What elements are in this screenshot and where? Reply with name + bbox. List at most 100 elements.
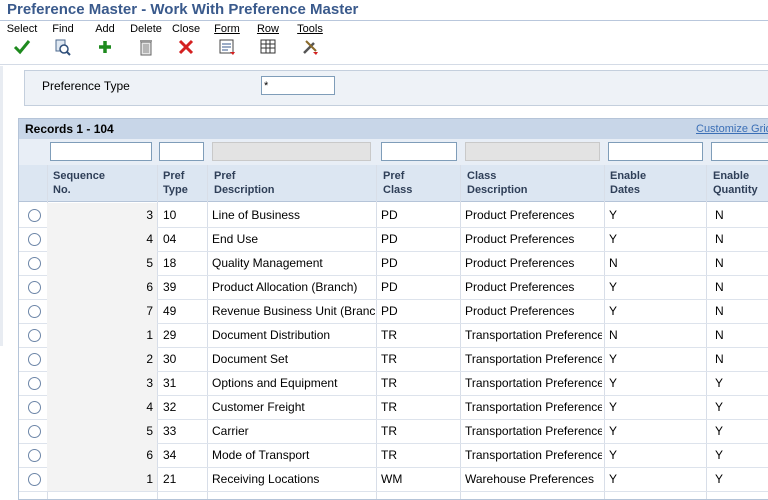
qbe-pref-description-input [212, 142, 371, 161]
qbe-enable-quantity-input[interactable] [711, 142, 768, 161]
cell-pref-class: PD [381, 280, 398, 294]
header-pref-type[interactable]: Pref Type [163, 169, 188, 197]
cell-pref-class: PD [381, 304, 398, 318]
find-button[interactable]: Find [50, 22, 76, 56]
cell-enable-quantity: N [715, 352, 724, 366]
delete-button[interactable]: Delete [129, 22, 163, 56]
cell-class-description: Product Preferences [465, 280, 575, 294]
tools-menu-button[interactable]: Tools [295, 22, 325, 56]
cell-sequence-no: 5 [146, 256, 153, 270]
row-select-radio[interactable] [28, 401, 41, 414]
header-sequence-no[interactable]: Sequence No. [53, 169, 105, 197]
form-menu-button[interactable]: Form [214, 22, 240, 56]
row-select-radio[interactable] [28, 353, 41, 366]
binoculars-icon [55, 39, 71, 56]
trash-icon [140, 40, 152, 56]
header-class-description[interactable]: Class Description [467, 169, 528, 197]
select-button[interactable]: Select [5, 22, 39, 56]
cell-pref-type: 34 [163, 448, 177, 462]
cell-enable-quantity: N [715, 256, 724, 270]
table-row[interactable]: 1 21 Receiving Locations WM Warehouse Prefer… [19, 467, 768, 492]
table-row[interactable]: 6 39 Product Allocation (Branch) PD Product … [19, 275, 768, 300]
table-row[interactable]: 4 32 Customer Freight TR Transportation Pref… [19, 395, 768, 420]
form-icon [219, 39, 235, 55]
cell-enable-dates: N [609, 256, 618, 270]
row-select-radio[interactable] [28, 257, 41, 270]
toolbar: Select Find Add Delete Close Form Row To… [0, 22, 768, 62]
table-row[interactable]: 2 30 Document Set TR Transportation Preferen… [19, 347, 768, 372]
row-select-radio[interactable] [28, 329, 41, 342]
row-select-radio[interactable] [28, 305, 41, 318]
cell-sequence-no: 6 [146, 448, 153, 462]
cell-pref-type: 33 [163, 424, 177, 438]
qbe-enable-dates-input[interactable] [608, 142, 703, 161]
form-label: Form [214, 23, 240, 35]
query-by-example-row [19, 139, 768, 166]
cell-pref-class: PD [381, 256, 398, 270]
add-button[interactable]: Add [92, 22, 118, 56]
cell-sequence-no: 1 [146, 328, 153, 342]
table-row[interactable]: 7 49 Revenue Business Unit (Branch PD Produc… [19, 299, 768, 324]
cell-enable-dates: Y [609, 424, 618, 438]
table-row[interactable]: 6 34 Mode of Transport TR Transportation Pre… [19, 443, 768, 468]
preference-type-input[interactable] [261, 76, 335, 95]
table-row[interactable]: 3 31 Options and Equipment TR Transportation… [19, 371, 768, 396]
cell-sequence-no: 1 [146, 472, 153, 486]
header-pref-class[interactable]: Pref Class [383, 169, 412, 197]
cell-sequence-no: 4 [146, 400, 153, 414]
cell-pref-class: TR [381, 424, 397, 438]
cell-pref-type: 31 [163, 376, 177, 390]
row-select-radio[interactable] [28, 377, 41, 390]
header-pref-description[interactable]: Pref Description [214, 169, 275, 197]
cell-pref-description: Quality Management [212, 256, 323, 270]
cell-pref-class: PD [381, 232, 398, 246]
qbe-sequence-input[interactable] [50, 142, 152, 161]
cell-sequence-no: 2 [146, 352, 153, 366]
column-header-row: Sequence No. Pref Type Pref Description Pre… [19, 165, 768, 202]
cell-class-description: Transportation Preferences [465, 376, 602, 390]
row-menu-button[interactable]: Row [255, 22, 281, 56]
preference-type-label: Preference Type [42, 79, 130, 93]
row-select-radio[interactable] [28, 449, 41, 462]
cell-class-description: Transportation Preferences [465, 352, 602, 366]
cell-pref-type: 30 [163, 352, 177, 366]
table-row[interactable]: 3 10 Line of Business PD Product Preferences… [19, 203, 768, 228]
table-row[interactable]: 5 33 Carrier TR Transportation Preferences Y Y [19, 419, 768, 444]
left-edge-strip [0, 66, 3, 346]
cell-pref-class: TR [381, 400, 397, 414]
row-select-radio[interactable] [28, 281, 41, 294]
cell-enable-quantity: N [715, 208, 724, 222]
cell-enable-dates: Y [609, 208, 618, 222]
cell-pref-description: Mode of Transport [212, 448, 310, 462]
cell-pref-class: TR [381, 352, 397, 366]
records-count: Records 1 - 104 [25, 122, 114, 136]
cell-enable-quantity: N [715, 232, 724, 246]
checkmark-icon [13, 40, 31, 55]
table-row[interactable]: 4 04 End Use PD Product Preferences Y N [19, 227, 768, 252]
header-enable-dates[interactable]: Enable Dates [610, 169, 646, 197]
close-button[interactable]: Close [171, 22, 201, 56]
row-select-radio[interactable] [28, 233, 41, 246]
qbe-pref-type-input[interactable] [159, 142, 204, 161]
table-row[interactable]: 1 29 Document Distribution TR Transportation… [19, 323, 768, 348]
row-select-radio[interactable] [28, 473, 41, 486]
cell-pref-description: Options and Equipment [212, 376, 338, 390]
cell-class-description: Product Preferences [465, 208, 575, 222]
row-select-radio[interactable] [28, 209, 41, 222]
cell-enable-quantity: Y [715, 424, 724, 438]
cell-pref-description: Line of Business [212, 208, 301, 222]
cell-pref-description: Revenue Business Unit (Branch [212, 304, 375, 318]
criteria-panel: Preference Type [24, 70, 768, 106]
cell-pref-type: 21 [163, 472, 177, 486]
customize-grid-link[interactable]: Customize Grid [696, 123, 768, 135]
qbe-pref-class-input[interactable] [381, 142, 457, 161]
cell-class-description: Product Preferences [465, 232, 575, 246]
cell-class-description: Transportation Preferences [465, 328, 602, 342]
header-enable-quantity[interactable]: Enable Quantity [713, 169, 758, 197]
row-select-radio[interactable] [28, 425, 41, 438]
cell-pref-description: Receiving Locations [212, 472, 320, 486]
cell-pref-type: 04 [163, 232, 177, 246]
cell-pref-class: TR [381, 328, 397, 342]
cell-enable-dates: Y [609, 472, 618, 486]
table-row[interactable]: 5 18 Quality Management PD Product Preferenc… [19, 251, 768, 276]
